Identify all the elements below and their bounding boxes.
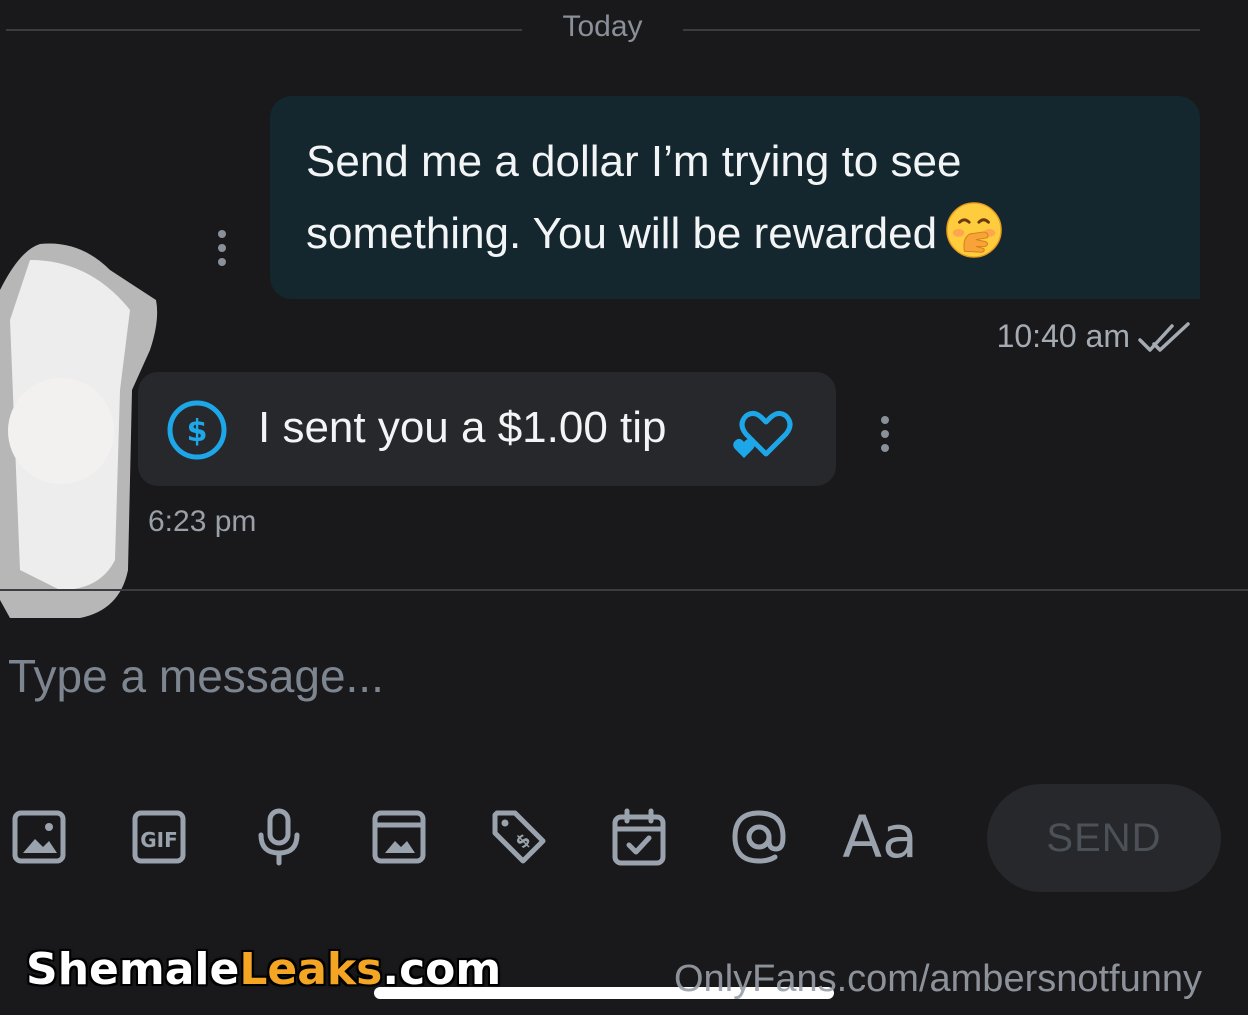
watermark-logo: ShemaleLeaks.com	[25, 943, 502, 996]
watermark-source-text: OnlyFans.com/ambersnotfunny	[674, 958, 1203, 1000]
outgoing-message-bubble[interactable]: Send me a dollar I’m trying to see somet…	[270, 96, 1200, 299]
mention-icon	[732, 810, 786, 864]
gif-button[interactable]: GIF	[126, 804, 192, 870]
outgoing-message-time: 10:40 am	[996, 318, 1130, 354]
gif-icon: GIF	[132, 810, 186, 864]
text-format-icon: Aa	[842, 803, 918, 871]
date-divider-line-right	[683, 29, 1200, 31]
hand-over-mouth-emoji-icon	[945, 201, 1003, 259]
image-icon	[12, 810, 66, 864]
incoming-tip-message-bubble[interactable]: $ I sent you a $1.00 tip	[138, 372, 836, 486]
dollar-circle-icon: $	[167, 400, 227, 460]
svg-text:$: $	[187, 414, 208, 449]
message-options-icon[interactable]	[880, 416, 890, 452]
calendar-icon	[612, 808, 666, 866]
message-text-line1: Send me a dollar I’m trying to see	[306, 137, 962, 186]
svg-text:GIF: GIF	[140, 828, 178, 852]
date-divider-label: Today	[562, 10, 643, 43]
vault-media-button[interactable]	[366, 804, 432, 870]
price-tag-button[interactable]: $	[486, 804, 552, 870]
voice-message-button[interactable]	[246, 804, 312, 870]
image-upload-button[interactable]	[6, 804, 72, 870]
message-text-line2: something. You will be rewarded	[306, 209, 938, 258]
mention-button[interactable]	[726, 804, 792, 870]
tip-message-text: I sent you a $1.00 tip	[258, 403, 667, 452]
text-format-button[interactable]: Aa	[842, 803, 918, 871]
two-hearts-icon	[733, 410, 793, 458]
message-options-icon[interactable]	[217, 230, 227, 266]
schedule-button[interactable]	[606, 804, 672, 870]
message-input[interactable]	[6, 640, 1210, 712]
vault-media-icon	[372, 810, 426, 864]
double-check-icon	[1138, 322, 1190, 352]
send-button[interactable]: SEND	[987, 784, 1221, 892]
avatar[interactable]	[8, 378, 114, 484]
composer-divider	[0, 589, 1248, 591]
incoming-message-time: 6:23 pm	[148, 505, 257, 538]
date-divider-line-left	[6, 29, 522, 31]
microphone-icon	[258, 808, 300, 866]
price-tag-icon: $	[492, 810, 546, 864]
